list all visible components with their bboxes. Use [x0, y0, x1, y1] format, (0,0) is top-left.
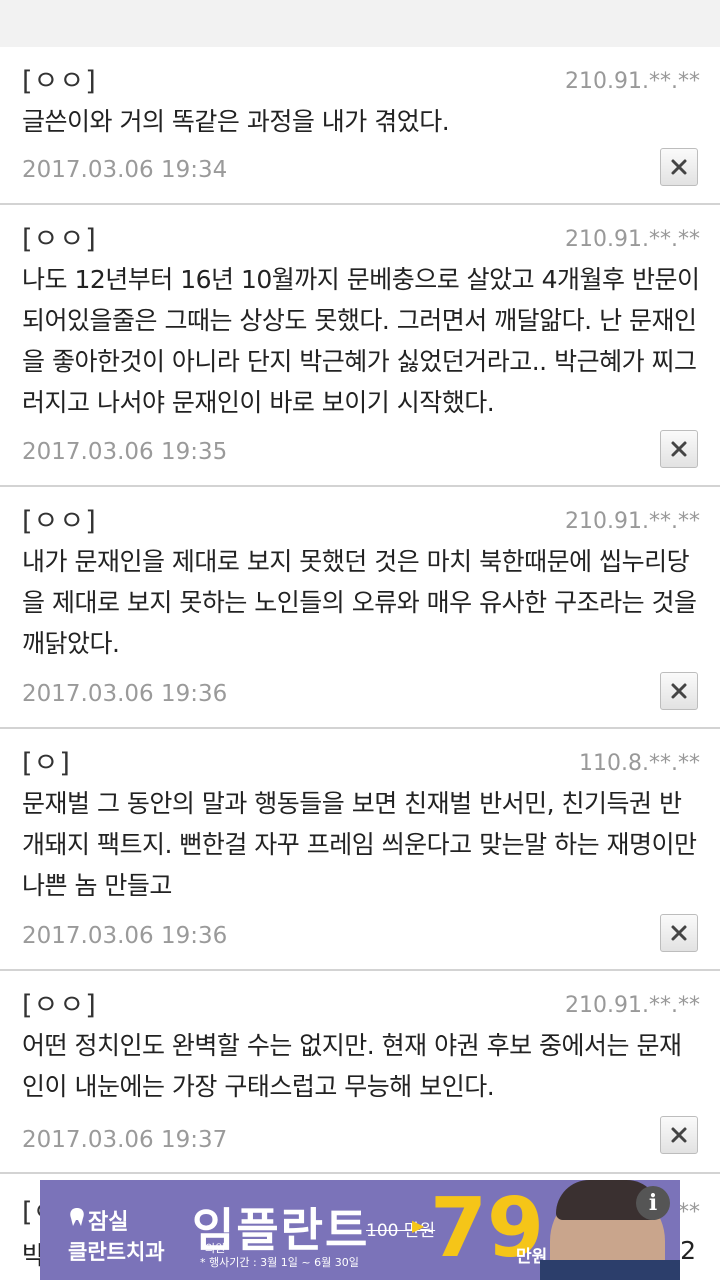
comment-date: 2017.03.06 19:35 — [22, 439, 228, 465]
close-icon — [671, 1127, 687, 1143]
ad-brand-main: 클란트치과 — [68, 1240, 165, 1264]
close-icon — [671, 925, 687, 941]
comment-item: [ㅇ] 110.8.**.** 문재벌 그 동안의 말과 행동들을 보면 친재벌… — [0, 729, 720, 971]
delete-button[interactable] — [660, 430, 698, 468]
comment-item: [ㅇㅇ] 210.91.**.** 글쓴이와 거의 똑같은 과정을 내가 겪었다… — [0, 47, 720, 205]
comment-ip-partial: ** — [678, 1200, 700, 1225]
ad-old-price: 100 만원 — [366, 1221, 436, 1241]
comment-text-partial-right: 2 — [680, 1236, 696, 1265]
tooth-logo-icon — [70, 1208, 84, 1226]
comment-text: 문재벌 그 동안의 말과 행동들을 보면 친재벌 반서민, 친기득권 반개돼지 … — [22, 789, 697, 900]
close-icon — [671, 683, 687, 699]
comment-item: [ㅇㅇ] 210.91.**.** 나도 12년부터 16년 10월까지 문베충… — [0, 205, 720, 487]
comment-text: 글쓴이와 거의 똑같은 과정을 내가 겪었다. — [22, 107, 450, 136]
comment-date: 2017.03.06 19:34 — [22, 157, 228, 183]
delete-button[interactable] — [660, 1116, 698, 1154]
comment-date: 2017.03.06 19:36 — [22, 681, 228, 707]
comment-date: 2017.03.06 19:36 — [22, 923, 228, 949]
comment-author[interactable]: [ㅇ] — [22, 741, 71, 780]
comment-author[interactable]: [ㅇㅇ] — [22, 59, 97, 98]
ad-brand-small: 잠실 — [88, 1210, 129, 1235]
ad-title: 임플란트 — [192, 1203, 370, 1257]
comment-item: [ㅇㅇ] 210.91.**.** 어떤 정치인도 완벽할 수는 없지만. 현재… — [0, 971, 720, 1174]
ad-info-icon[interactable]: i — [636, 1186, 670, 1220]
comment-item: [ㅇㅇ] 210.91.**.** 내가 문재인을 제대로 보지 못했던 것은 … — [0, 487, 720, 729]
ad-arrow-icon: ▶ — [412, 1216, 425, 1235]
comment-author[interactable]: [ㅇㅇ] — [22, 217, 97, 256]
comment-ip: 210.91.**.** — [565, 993, 700, 1018]
close-icon — [671, 441, 687, 457]
comment-text: 내가 문재인을 제대로 보지 못했던 것은 마치 북한때문에 씹누리당을 제대로… — [22, 547, 697, 658]
close-icon — [671, 159, 687, 175]
comment-author[interactable]: [ㅇㅇ] — [22, 983, 97, 1022]
delete-button[interactable] — [660, 914, 698, 952]
comment-text: 나도 12년부터 16년 10월까지 문베충으로 살았고 4개월후 반문이 되어… — [22, 265, 700, 417]
comment-ip: 210.91.**.** — [565, 69, 700, 94]
comment-text: 어떤 정치인도 완벽할 수는 없지만. 현재 야권 후보 중에서는 문재인이 내… — [22, 1031, 682, 1101]
delete-button[interactable] — [660, 148, 698, 186]
delete-button[interactable] — [660, 672, 698, 710]
comment-date: 2017.03.06 19:37 — [22, 1127, 228, 1153]
top-bar — [0, 0, 720, 47]
comment-ip: 110.8.**.** — [579, 751, 700, 776]
ad-period: * 행사기간 : 3월 1일 ~ 6월 30일 — [200, 1256, 359, 1269]
comment-author[interactable]: [ㅇㅇ] — [22, 499, 97, 538]
ad-banner[interactable]: 잠실 클란트치과 의원 임플란트 * 행사기간 : 3월 1일 ~ 6월 30일… — [40, 1180, 680, 1280]
comment-ip: 210.91.**.** — [565, 227, 700, 252]
comment-ip: 210.91.**.** — [565, 509, 700, 534]
ad-person-suit — [540, 1260, 680, 1280]
